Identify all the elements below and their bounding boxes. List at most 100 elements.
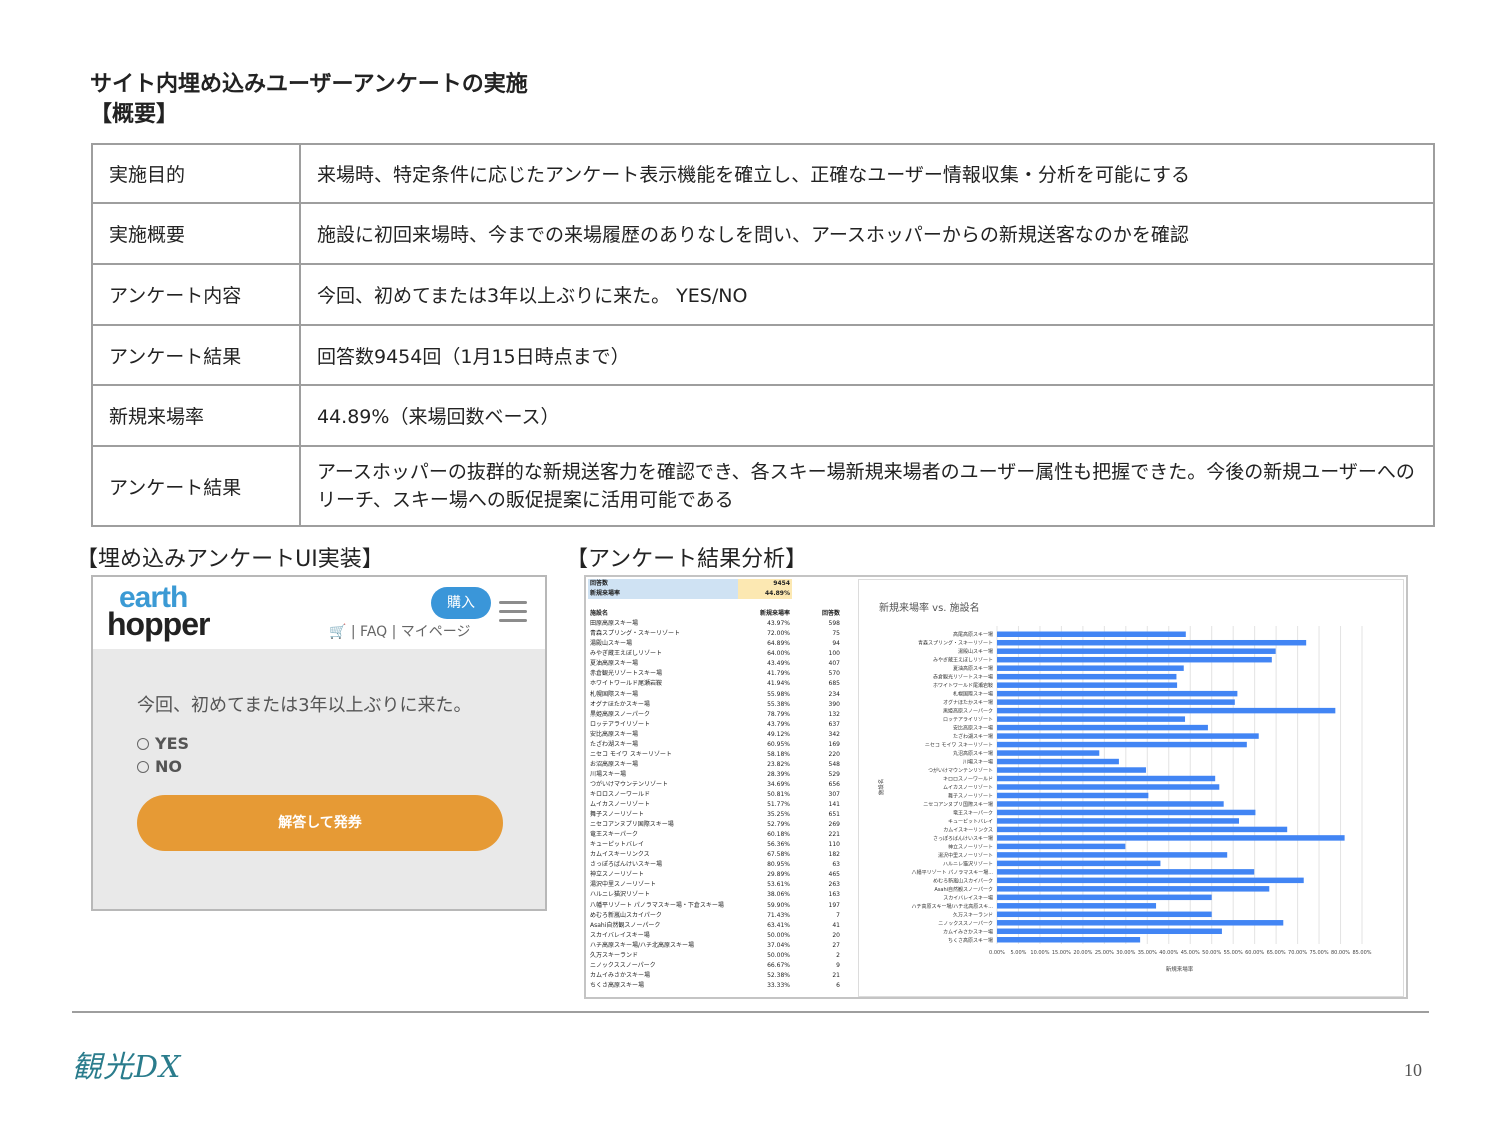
bar [997,835,1345,841]
bar [997,826,1288,833]
site-header: earth hopper 購入 🛒 | FAQ | マイページ [93,577,545,649]
sheet-cell: 28.39% [767,770,790,778]
sheet-cell: 久万スキーランド [590,951,639,959]
survey-question: 今回、初めてまたは3年以上ぶりに来た。 [137,695,472,716]
bar [997,877,1304,884]
option-yes[interactable]: YES [137,734,189,753]
row-label: 新規来場率 [91,384,301,447]
table-row: ちくさ高原スキー場 33.33% 6 [588,981,840,991]
earthhopper-logo[interactable]: earth hopper [107,583,210,641]
table-row: カムイスキーリンクス 67.58% 182 [588,850,840,860]
sheet-cell: 23.82% [767,760,790,768]
row-label: アンケート結果 [91,324,301,386]
x-tick-label: 65.00% [1267,950,1286,956]
category-label: 竜王スキーパーク [953,809,993,816]
sheet-cell: 110 [828,841,840,849]
table-row: 新規来場率 44.89%（来場回数ベース） [91,384,1435,447]
table-row: お沼高原スキー場 23.82% 548 [588,760,840,770]
sheet-cell: 神立スノーリゾート [590,871,645,879]
table-row: ニセコ モイワ スキーリゾート 58.18% 220 [588,750,840,760]
sheet-cell: スカイバレイスキー場 [590,931,650,939]
bar [997,639,1307,646]
nav-links[interactable]: 🛒 | FAQ | マイページ [329,621,471,641]
category-label: 久万スキーランド [953,911,993,918]
category-label: 川場スキー場 [963,759,993,766]
spacer-row [588,599,840,609]
sheet-cell: 44.89% [765,590,790,598]
sheet-cell: 2 [836,951,840,959]
buy-button[interactable]: 購入 [431,587,491,619]
bar [997,818,1240,824]
row-value: 来場時、特定条件に応じたアンケート表示機能を確立し、正確なユーザー情報収集・分析… [299,143,1435,204]
bar [997,741,1247,748]
x-tick-label: 45.00% [1181,950,1200,956]
row-value: アースホッパーの抜群的な新規送客力を確認でき、各スキー場新規来場者のユーザー属性… [299,445,1435,527]
table-row: Asahi自然観スノーパーク 63.41% 41 [588,921,840,931]
x-tick-label: 35.00% [1138,950,1157,956]
survey-ui-mockup: earth hopper 購入 🛒 | FAQ | マイページ 今回、初めてまた… [91,575,547,911]
x-tick-label: 55.00% [1224,950,1243,956]
category-label: 安比高原スキー場 [953,725,993,732]
radio-icon[interactable] [137,761,149,773]
answer-submit-button[interactable]: 解答して発券 [137,795,503,851]
sheet-cell: お沼高原スキー場 [590,760,639,768]
hamburger-menu-icon[interactable] [499,601,527,623]
sheet-cell: 269 [828,821,840,829]
table-row: キューピットバレイ 56.36% 110 [588,840,840,850]
category-label: 青森スプリング・スキーリゾート [918,640,993,647]
bar [997,707,1336,714]
sheet-cell: 川場スキー場 [590,770,627,778]
bar [997,690,1238,697]
x-tick-label: 5.00% [1011,950,1027,956]
category-label: 湯殿山スキー場 [958,648,993,655]
sheet-cell: 竜王スキーパーク [590,831,638,839]
table-row: ホワイトワールド尾瀬岩鞍 41.94% 685 [588,679,840,689]
sheet-cell: 50.00% [767,931,790,939]
overview-table: 実施目的 来場時、特定条件に応じたアンケート表示機能を確立し、正確なユーザー情報… [91,143,1435,527]
sheet-cell: 55.38% [767,700,790,708]
bar [997,911,1212,918]
table-row: めむろ新嵐山スカイパーク 71.43% 7 [588,911,840,921]
slide-title: サイト内埋め込みユーザーアンケートの実施 【概要】 [90,70,528,130]
option-no[interactable]: NO [137,757,182,776]
radio-icon[interactable] [137,738,149,750]
x-tick-label: 0.00% [989,950,1005,956]
bar [997,716,1186,722]
category-label: 舞子スノーリゾート [948,792,993,799]
table-row: 湯沢中里スノーリゾート 53.61% 263 [588,880,840,890]
embed-ui-heading: 【埋め込みアンケートUI実装】 [76,547,384,572]
sheet-cell: 35.25% [767,811,790,819]
sheet-cell: 64.89% [767,640,790,648]
category-label: ハチ高原スキー場/ハチ北高原スキ... [912,903,994,910]
sheet-cell: 75 [832,630,840,638]
analysis-screenshot: 回答数 9454 新規来場率 44.89% 施設名 新規来場率 回答数 田原高原スキー場 43.… [584,575,1408,999]
sheet-cell: 41.79% [767,670,790,678]
category-label: 黒姫高原スノーパーク [943,708,993,715]
category-label: カムイみさかスキー場 [943,928,993,935]
sheet-cell: 58.18% [767,750,790,758]
sheet-cell: 43.79% [767,720,790,728]
bar [997,809,1256,816]
category-label: オグナほたかスキー場 [943,699,993,706]
sheet-cell: 529 [828,770,840,778]
sheet-cell: 67.58% [767,851,790,859]
category-label: たざわ湖スキー場 [953,733,993,740]
sheet-cell: めむろ新嵐山スカイパーク [590,911,662,919]
sheet-cell: 舞子スノーリゾート [590,811,645,819]
bar [997,860,1161,867]
table-row: ハルニレ猫沢リゾート 38.06% 163 [588,890,840,900]
sheet-cell: 50.81% [767,790,790,798]
bar [997,750,1100,756]
sheet-cell: 64.00% [767,650,790,658]
table-row: カムイみさかスキー場 52.38% 21 [588,971,840,981]
table-row: 八幡平リゾート パノラマスキー場・下倉スキー場 59.90% 197 [588,901,840,911]
table-row: アンケート内容 今回、初めてまたは3年以上ぶりに来た。 YES/NO [91,263,1435,326]
x-tick-label: 10.00% [1030,950,1049,956]
sheet-cell: 80.95% [767,861,790,869]
sheet-cell: 263 [828,881,840,889]
sheet-cell: 163 [828,891,840,899]
sheet-cell: 169 [828,740,840,748]
bar [997,758,1119,765]
sheet-cell: ムイカスノーリゾート [590,801,651,809]
sheet-cell: 71.43% [767,911,790,919]
